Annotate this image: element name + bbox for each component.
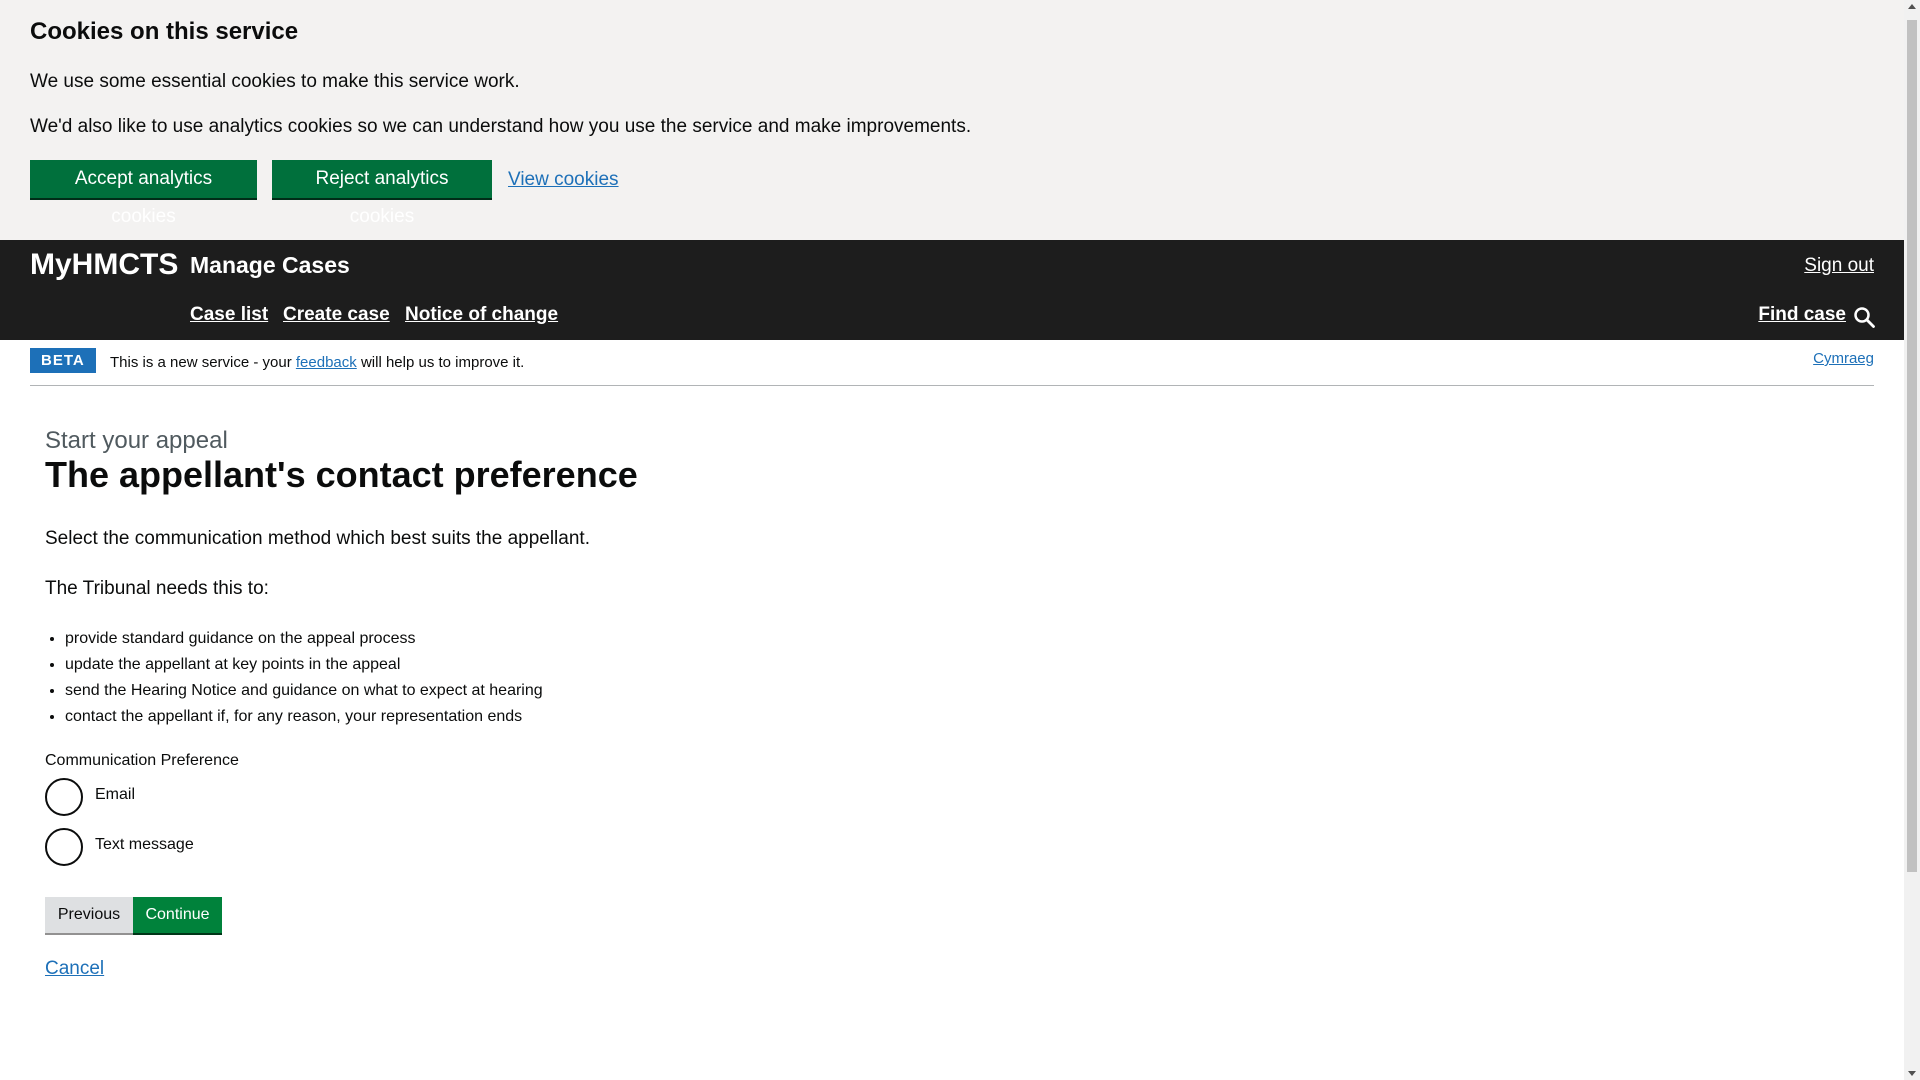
nav-notice-of-change[interactable]: Notice of change <box>405 304 558 326</box>
nav-case-list[interactable]: Case list <box>190 304 268 326</box>
beta-text-before: This is a new service - your <box>110 354 296 371</box>
view-cookies-link[interactable]: View cookies <box>508 169 619 191</box>
cookie-banner-title: Cookies on this service <box>30 18 299 45</box>
beta-text-after: will help us to improve it. <box>356 354 525 371</box>
email-radio-option[interactable]: Email <box>45 777 135 817</box>
text-message-radio[interactable] <box>45 828 83 866</box>
beta-tag: BETA <box>30 348 96 373</box>
list-item: provide standard guidance on the appeal … <box>65 626 543 652</box>
needs-heading: The Tribunal needs this to: <box>45 578 269 599</box>
search-icon[interactable] <box>1852 305 1876 329</box>
text-message-radio-label[interactable]: Text message <box>95 836 194 854</box>
brand-logo[interactable]: MyHMCTS <box>30 248 178 282</box>
scroll-thumb[interactable] <box>1907 20 1917 872</box>
feedback-link[interactable]: feedback <box>296 354 357 371</box>
beta-text: This is a new service - your feedback wi… <box>110 354 524 371</box>
text-message-radio-option[interactable]: Text message <box>45 827 194 867</box>
intro-text: Select the communication method which be… <box>45 528 590 549</box>
nav-create-case[interactable]: Create case <box>283 304 390 326</box>
list-item: contact the appellant if, for any reason… <box>65 704 543 730</box>
page-title: The appellant's contact preference <box>45 454 638 495</box>
service-name[interactable]: Manage Cases <box>190 252 350 279</box>
cancel-link[interactable]: Cancel <box>45 958 104 980</box>
email-radio-label[interactable]: Email <box>95 786 135 804</box>
continue-button[interactable]: Continue <box>133 897 222 933</box>
vertical-scrollbar[interactable] <box>1904 0 1920 1080</box>
list-item: send the Hearing Notice and guidance on … <box>65 678 543 704</box>
reject-analytics-cookies-button[interactable]: Reject analytics cookies <box>272 160 492 227</box>
page-caption: Start your appeal <box>45 427 228 454</box>
accept-analytics-cookies-button[interactable]: Accept analytics cookies <box>30 160 257 227</box>
needs-list: provide standard guidance on the appeal … <box>45 626 543 730</box>
cookie-banner-text: We use some essential cookies to make th… <box>30 71 520 92</box>
email-radio[interactable] <box>45 778 83 816</box>
language-toggle-link[interactable]: Cymraeg <box>1813 350 1874 367</box>
site-header: MyHMCTS Manage Cases Sign out Case list … <box>0 240 1904 340</box>
sign-out-link[interactable]: Sign out <box>1804 255 1874 277</box>
cookie-banner: Cookies on this service We use some esse… <box>0 0 1904 240</box>
beta-banner: BETA This is a new service - your feedba… <box>30 348 1874 386</box>
previous-button[interactable]: Previous <box>45 897 133 933</box>
scroll-up-arrow-icon[interactable] <box>1908 4 1916 9</box>
list-item: update the appellant at key points in th… <box>65 652 543 678</box>
find-case-link[interactable]: Find case <box>1758 304 1846 326</box>
cookie-banner-analytics-text: We'd also like to use analytics cookies … <box>30 116 972 137</box>
communication-preference-label: Communication Preference <box>45 752 239 769</box>
scroll-down-arrow-icon[interactable] <box>1908 1071 1916 1076</box>
